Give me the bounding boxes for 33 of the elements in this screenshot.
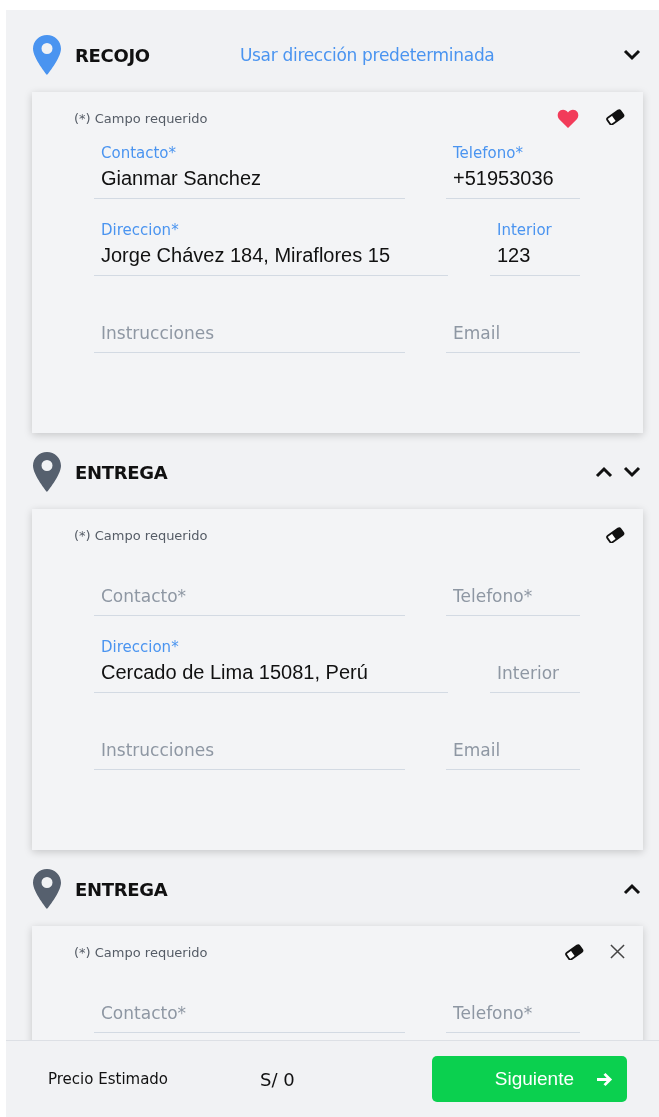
chevron-down-icon[interactable] — [621, 47, 643, 63]
field-label: Interior — [497, 221, 553, 239]
price-label: Precio Estimado — [48, 1070, 169, 1088]
close-icon[interactable] — [608, 942, 627, 962]
section-title: RECOJO — [75, 44, 150, 66]
chevron-down-icon[interactable] — [621, 464, 643, 480]
text-field[interactable]: Contacto* — [101, 996, 405, 1028]
text-field[interactable]: Email — [453, 316, 580, 348]
text-field[interactable]: Gianmar Sanchez — [101, 162, 405, 194]
required-note: (*) Campo requerido — [74, 110, 208, 126]
section-title: ENTREGA — [75, 461, 168, 483]
text-field[interactable]: Email — [453, 733, 580, 765]
required-note: (*) Campo requerido — [74, 944, 208, 960]
text-field[interactable]: Telefono* — [453, 579, 580, 611]
text-field[interactable]: Instrucciones — [101, 316, 405, 348]
price-value: S/ 0 — [260, 1068, 295, 1090]
text-field[interactable]: Instrucciones — [101, 733, 405, 765]
text-field[interactable]: +51953036 — [453, 162, 580, 194]
text-field[interactable]: Telefono* — [453, 996, 580, 1028]
text-field[interactable]: 123 — [497, 239, 580, 271]
text-field[interactable]: Jorge Chávez 184, Miraflores 15 — [101, 239, 448, 271]
required-note: (*) Campo requerido — [74, 527, 208, 543]
chevron-up-icon[interactable] — [621, 881, 643, 897]
chevron-up-icon[interactable] — [593, 464, 615, 480]
text-field[interactable]: Cercado de Lima 15081, Perú — [101, 656, 448, 688]
arrow-right-icon — [596, 1071, 613, 1087]
text-field[interactable]: Interior — [497, 656, 580, 688]
field-label: Contacto* — [101, 144, 178, 162]
field-label: Telefono* — [453, 144, 524, 162]
section-title: ENTREGA — [75, 878, 168, 900]
text-field[interactable]: Contacto* — [101, 579, 405, 611]
field-label: Direccion* — [101, 221, 180, 239]
field-label: Direccion* — [101, 638, 180, 656]
